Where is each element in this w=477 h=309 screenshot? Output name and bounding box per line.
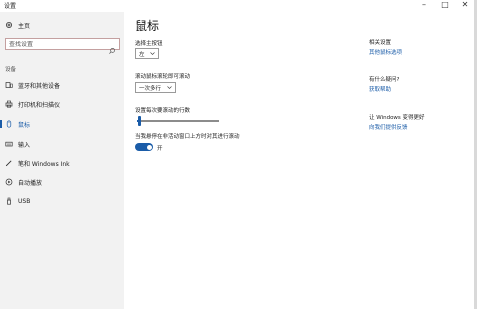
sidebar-item-home[interactable]: 主页: [5, 19, 120, 31]
chevron-down-icon: [167, 85, 172, 90]
lines-to-scroll-slider[interactable]: [137, 120, 219, 122]
sidebar-item-label: 鼠标: [18, 121, 31, 129]
mouse-icon: [5, 120, 13, 128]
feedback-heading: 让 Windows 变得更好: [369, 115, 425, 121]
maximize-button[interactable]: □: [436, 0, 454, 10]
sidebar-item-typing[interactable]: 输入: [5, 138, 120, 150]
sidebar-item-label: 输入: [18, 141, 31, 149]
chevron-down-icon: [150, 51, 155, 56]
slider-thumb[interactable]: [137, 116, 141, 126]
settings-window: 设置 – □ ✕ 主页 设备 蓝牙和其他设备: [0, 0, 477, 309]
sidebar-item-autoplay[interactable]: 自动播放: [5, 176, 120, 188]
dropdown-value: 一次多行: [139, 85, 162, 92]
autoplay-icon: [5, 178, 13, 186]
lines-to-scroll-label: 设置每次要滚动的行数: [135, 108, 191, 114]
minimize-button[interactable]: –: [415, 0, 433, 10]
additional-mouse-options-link[interactable]: 其他鼠标选项: [369, 48, 402, 56]
gear-icon: [5, 21, 13, 29]
usb-icon: [5, 197, 13, 205]
keyboard-icon: [5, 140, 13, 148]
sidebar-item-label: 笔和 Windows Ink: [18, 160, 70, 168]
window-title: 设置: [4, 3, 17, 10]
search-box[interactable]: [5, 38, 120, 54]
bluetooth-device-icon: [5, 81, 13, 89]
section-label-devices: 设备: [5, 67, 17, 73]
search-icon[interactable]: [108, 40, 116, 54]
close-button[interactable]: ✕: [456, 0, 474, 10]
inactive-scroll-label: 当我悬停在非活动窗口上方时对其进行滚动: [135, 134, 240, 140]
title-bar[interactable]: 设置 – □ ✕: [0, 0, 477, 12]
sidebar-item-label: USB: [18, 197, 31, 205]
search-input[interactable]: [6, 40, 109, 48]
sidebar: 主页 设备 蓝牙和其他设备 打印机和扫描仪 鼠标: [0, 12, 124, 309]
main-content: 鼠标 选择主按钮 左 滚动鼠标滚轮即可滚动 一次多行 设置每次要滚动的行数 当我…: [124, 12, 477, 309]
pen-icon: [5, 159, 13, 167]
primary-button-dropdown[interactable]: 左: [135, 48, 159, 59]
related-settings-heading: 相关设置: [369, 40, 392, 46]
sidebar-item-label: 打印机和扫描仪: [18, 101, 61, 109]
sidebar-item-label: 蓝牙和其他设备: [18, 82, 61, 90]
sidebar-item-mouse[interactable]: 鼠标: [5, 118, 120, 130]
give-feedback-link[interactable]: 向我们提供反馈: [369, 123, 408, 131]
help-heading: 有什么疑问?: [369, 77, 400, 83]
sidebar-item-printers[interactable]: 打印机和扫描仪: [5, 98, 120, 110]
toggle-knob: [146, 144, 152, 150]
primary-button-label: 选择主按钮: [135, 41, 163, 47]
scroll-wheel-label: 滚动鼠标滚轮即可滚动: [135, 74, 191, 80]
sidebar-item-label: 自动播放: [18, 179, 43, 187]
get-help-link[interactable]: 获取帮助: [369, 85, 391, 93]
printer-icon: [5, 100, 13, 108]
sidebar-item-bluetooth[interactable]: 蓝牙和其他设备: [5, 79, 120, 91]
scroll-wheel-dropdown[interactable]: 一次多行: [135, 82, 176, 93]
dropdown-value: 左: [139, 51, 145, 58]
toggle-state-label: 开: [157, 146, 163, 152]
sidebar-item-pen[interactable]: 笔和 Windows Ink: [5, 157, 120, 169]
inactive-scroll-toggle[interactable]: [135, 143, 153, 151]
page-title: 鼠标: [135, 19, 160, 33]
sidebar-item-label: 主页: [18, 22, 31, 30]
active-indicator: [0, 120, 2, 128]
sidebar-item-usb[interactable]: USB: [5, 195, 120, 207]
